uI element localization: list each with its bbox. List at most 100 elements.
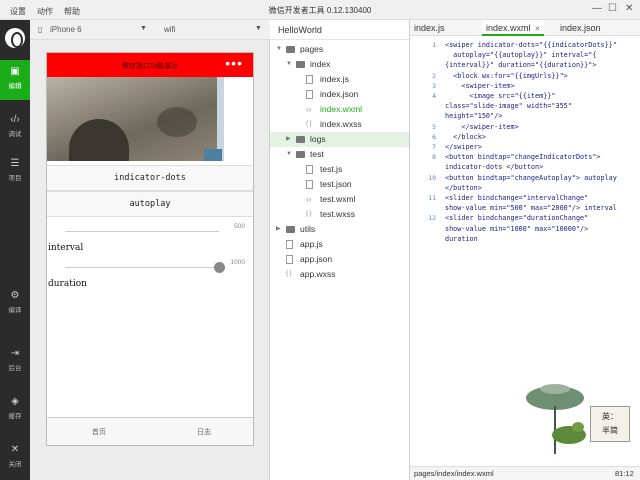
tab-label: index.wxml	[486, 23, 531, 33]
toolbar-edit[interactable]: ▣ 编辑	[0, 60, 30, 100]
toolbar-debug[interactable]: ‹/› 调试	[0, 114, 30, 138]
tab-index-json[interactable]: index.json	[556, 20, 605, 36]
tree-item-index[interactable]: ▼ index	[270, 57, 409, 72]
tree-item-label: test.wxml	[320, 194, 356, 204]
minimize-icon[interactable]: —	[592, 3, 602, 14]
tree-item-test-js[interactable]: test.js	[270, 162, 409, 177]
cache-icon: ◈	[11, 396, 19, 407]
indicator-dots-button[interactable]: indicator-dots	[47, 165, 253, 191]
network-select[interactable]: wifi	[164, 25, 176, 34]
tree-item-logs[interactable]: ▶ logs	[270, 132, 409, 147]
tree-item-test-wxml[interactable]: ‹› test.wxml	[270, 192, 409, 207]
tree-item-label: index.wxml	[320, 104, 363, 114]
folder-icon	[296, 57, 305, 73]
tree-item-label: test.js	[320, 164, 343, 174]
line-number: 6	[432, 132, 436, 141]
toolbar-project[interactable]: ☰ 项目	[0, 158, 30, 182]
tree-item-label: logs	[310, 134, 326, 144]
frog-icon	[552, 422, 586, 444]
toolbar-background-label: 后台	[8, 365, 22, 372]
code-line: autoplay="{{autoplay}}" interval="{	[445, 51, 597, 60]
chevron-right-icon[interactable]: ▶	[276, 222, 281, 237]
code-line: </swiper>	[445, 143, 482, 151]
decorative-lotus-frog-art: 英： 半简	[522, 380, 640, 455]
tree-item-test-wxss[interactable]: { } test.wxss	[270, 207, 409, 222]
status-cursor-position: 81:12	[615, 469, 634, 478]
duration-slider[interactable]: 1000	[47, 259, 253, 279]
chevron-down-icon[interactable]: ▼	[276, 42, 282, 57]
code-line: <button bindtap="changeAutoplay"> autopl…	[445, 173, 617, 182]
tab-index-js[interactable]: index.js	[410, 20, 449, 36]
tree-item-label: index.wxss	[320, 119, 362, 129]
tree-item-label: index	[310, 59, 331, 69]
project-name: HelloWorld	[270, 20, 409, 40]
tab-index-wxml[interactable]: index.wxml ✕	[482, 20, 545, 36]
more-menu-icon[interactable]: •••	[225, 55, 243, 71]
toolbar-close[interactable]: ✕ 关闭	[0, 444, 30, 468]
code-line: <swiper-item>	[445, 81, 515, 90]
tab-logs[interactable]: 日志	[197, 427, 211, 437]
maximize-icon[interactable]: ☐	[608, 3, 617, 14]
edit-icon: ▣	[10, 66, 20, 77]
line-number: 5	[432, 122, 436, 131]
tree-item-test-json[interactable]: test.json	[270, 177, 409, 192]
interval-slider-value: 500	[234, 223, 245, 230]
code-line: indicator-dots </button>	[445, 163, 544, 172]
tree-item-index-json[interactable]: index.json	[270, 87, 409, 102]
code-line: height="150"/>	[445, 112, 503, 121]
tree-item-index-wxss[interactable]: { } index.wxss	[270, 117, 409, 132]
swiper-image[interactable]	[47, 77, 224, 161]
chevron-right-icon[interactable]: ▶	[286, 132, 291, 147]
close-icon[interactable]: ✕	[535, 26, 541, 33]
code-line: </swiper-item>	[445, 122, 519, 131]
toolbar-cache[interactable]: ◈ 缓存	[0, 396, 30, 420]
tree-item-app-js[interactable]: app.js	[270, 237, 409, 252]
tree-item-test[interactable]: ▼ test	[270, 147, 409, 162]
tree-item-label: app.wxss	[300, 269, 336, 279]
tree-item-label: index.json	[320, 89, 359, 99]
duration-slider-handle[interactable]	[214, 262, 225, 273]
line-number: 3	[432, 81, 436, 90]
editor-tabs: index.js index.wxml ✕ index.json	[410, 20, 640, 36]
tree-item-app-json[interactable]: app.json	[270, 252, 409, 267]
status-file-path: pages/index/index.wxml	[414, 469, 494, 478]
chevron-down-icon[interactable]: ▼	[286, 147, 292, 162]
left-toolbar: ▣ 编辑 ‹/› 调试 ☰ 项目 ⚙ 编译 ⇥ 后台 ◈ 缓存 ✕ 关闭	[0, 20, 30, 480]
tree-item-pages[interactable]: ▼ pages	[270, 42, 409, 57]
line-number: 12	[428, 214, 436, 223]
chevron-down-icon[interactable]: ▼	[255, 25, 262, 32]
folder-icon	[286, 222, 295, 238]
toolbar-compile-label: 编译	[8, 307, 22, 314]
tree-item-label: app.js	[300, 239, 323, 249]
tab-label: index.js	[414, 23, 445, 33]
wxml-file-icon: ‹›	[306, 105, 312, 114]
code-line: <image src="{{item}}"	[445, 92, 556, 100]
line-number: 4	[432, 92, 436, 100]
line-number: 11	[428, 194, 436, 202]
autoplay-button[interactable]: autoplay	[47, 191, 253, 217]
tree-item-index-js[interactable]: index.js	[270, 72, 409, 87]
toolbar-compile[interactable]: ⚙ 编译	[0, 290, 30, 314]
tree-item-utils[interactable]: ▶ utils	[270, 222, 409, 237]
device-select[interactable]: iPhone 6	[50, 25, 82, 34]
tree-item-label: test.wxss	[320, 209, 355, 219]
tab-bar: 首页 日志	[47, 417, 253, 445]
chevron-down-icon[interactable]: ▼	[286, 57, 292, 72]
code-icon: ‹/›	[10, 114, 20, 125]
background-icon: ⇥	[10, 348, 20, 359]
phone-icon: ▯	[38, 25, 43, 34]
code-line: {interval}}" duration="{{duration}}">	[445, 61, 597, 70]
tree-item-index-wxml[interactable]: ‹› index.wxml	[270, 102, 409, 117]
toolbar-background[interactable]: ⇥ 后台	[0, 348, 30, 372]
status-bar: pages/index/index.wxml 81:12	[410, 466, 640, 480]
tree-item-app-wxss[interactable]: { } app.wxss	[270, 267, 409, 282]
interval-slider[interactable]: 500	[47, 223, 253, 243]
chevron-down-icon[interactable]: ▼	[140, 25, 147, 32]
tab-home[interactable]: 首页	[92, 427, 106, 437]
close-icon[interactable]: ✕	[625, 3, 633, 14]
code-line: <block wx:for="{{imgUrls}}">	[445, 71, 568, 80]
line-number: 7	[432, 143, 436, 151]
wxss-file-icon: { }	[286, 271, 292, 277]
line-number: 8	[432, 153, 436, 162]
duration-slider-fill	[65, 267, 219, 268]
